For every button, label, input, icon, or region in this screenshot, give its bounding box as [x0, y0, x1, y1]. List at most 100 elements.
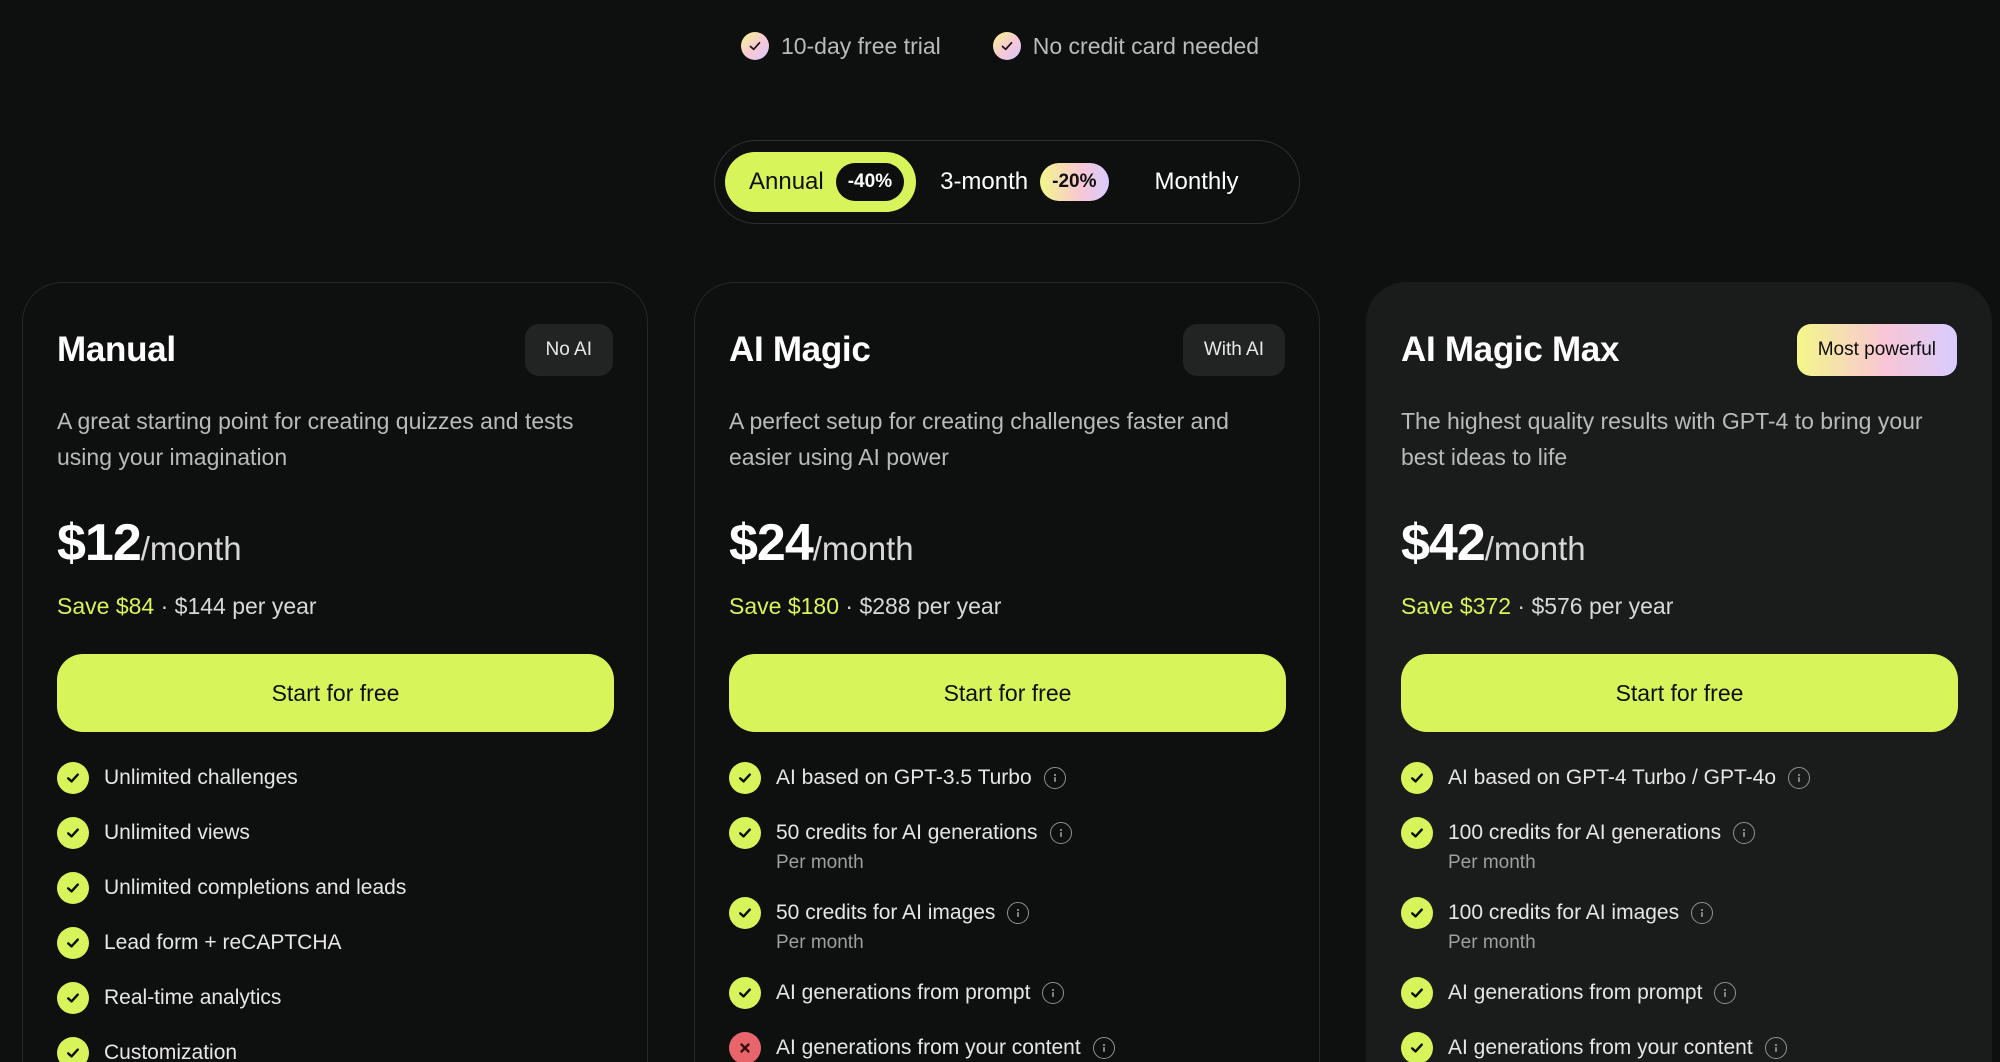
start-for-free-button[interactable]: Start for free	[729, 654, 1286, 732]
feature-item: AI generations from your content	[1401, 1032, 1957, 1062]
feature-label: Real-time analytics	[104, 986, 282, 1009]
plan-description: The highest quality results with GPT-4 t…	[1401, 408, 1923, 470]
info-icon[interactable]	[1733, 822, 1756, 844]
check-icon	[57, 982, 89, 1014]
feature-line: Customization	[104, 1039, 237, 1062]
info-icon[interactable]	[1043, 767, 1066, 789]
feature-item: Customization	[57, 1037, 613, 1062]
plan-name: AI Magic Max	[1401, 330, 1620, 369]
feature-text: Real-time analytics	[104, 982, 281, 1012]
feature-line: Unlimited completions and leads	[104, 874, 406, 902]
feature-item: 100 credits for AI generations Per month	[1401, 817, 1957, 874]
feature-line: AI generations from prompt	[776, 979, 1065, 1007]
feature-label: AI generations from your content	[776, 1036, 1081, 1059]
check-icon	[740, 32, 769, 60]
savings-separator: ·	[1517, 593, 1526, 619]
feature-label: AI based on GPT-4 Turbo / GPT-4o	[1448, 766, 1777, 789]
discount-badge: -40%	[835, 163, 905, 201]
billing-option-label: Annual	[749, 168, 824, 195]
feature-text: Lead form + reCAPTCHA	[104, 927, 342, 957]
feature-text: Unlimited challenges	[104, 762, 298, 792]
plan-card-ai-magic-max: AI Magic Max Most powerful The highest qua…	[1366, 282, 1992, 1062]
feature-label: 100 credits for AI images	[1448, 901, 1680, 924]
plan-tag: With AI	[1182, 324, 1285, 376]
feature-item: AI based on GPT-4 Turbo / GPT-4o	[1401, 762, 1957, 794]
feature-label: AI generations from your content	[1448, 1036, 1753, 1059]
billing-period-switcher: Annual -40% 3-month -20% Monthly	[714, 140, 1300, 224]
plan-name: Manual	[57, 330, 176, 369]
feature-sublabel: Per month	[1448, 932, 1536, 953]
price-amount: $42	[1401, 514, 1486, 572]
feature-line: Unlimited views	[104, 819, 250, 847]
perk-no-credit-card: No credit card needed	[992, 32, 1259, 60]
check-icon	[57, 872, 89, 904]
feature-text: AI generations from your content	[776, 1032, 1115, 1062]
check-icon	[729, 977, 761, 1009]
plan-price: $12/month	[57, 513, 613, 573]
feature-label: Unlimited views	[104, 821, 250, 844]
feature-text: 100 credits for AI generations Per month	[1448, 817, 1756, 874]
check-icon	[57, 1037, 89, 1062]
feature-item: 50 credits for AI generations Per month	[729, 817, 1285, 874]
savings-separator: ·	[160, 593, 169, 619]
feature-line: AI generations from your content	[1448, 1034, 1787, 1062]
feature-label: 50 credits for AI generations	[776, 821, 1038, 844]
feature-text: 50 credits for AI images Per month	[776, 897, 1030, 954]
yearly-price: $144 per year	[174, 593, 317, 619]
feature-list: AI based on GPT-4 Turbo / GPT-4o 100 cred…	[1401, 762, 1957, 1062]
info-icon[interactable]	[1042, 982, 1065, 1004]
card-header: AI Magic With AI	[729, 323, 1285, 377]
feature-text: AI generations from prompt	[1448, 977, 1737, 1007]
plan-card-manual: Manual No AI A great starting point for cr…	[22, 282, 648, 1062]
feature-text: Unlimited completions and leads	[104, 872, 406, 902]
billing-option-label: Monthly	[1154, 168, 1239, 195]
info-icon[interactable]	[1691, 902, 1714, 924]
plan-price: $42/month	[1401, 513, 1957, 573]
feature-line: AI generations from prompt	[1448, 979, 1737, 1007]
check-icon	[57, 927, 89, 959]
savings-amount: Save $180	[729, 593, 839, 619]
info-icon[interactable]	[1007, 902, 1030, 924]
price-period: /month	[140, 530, 242, 567]
feature-item: AI generations from your content	[729, 1032, 1285, 1062]
perks-row: 10-day free trial No credit card needed	[0, 32, 2000, 60]
feature-text: 50 credits for AI generations Per month	[776, 817, 1072, 874]
billing-option-3-month[interactable]: 3-month -20%	[940, 152, 1109, 212]
feature-item: Unlimited challenges	[57, 762, 613, 794]
plan-description: A great starting point for creating quiz…	[57, 408, 574, 470]
yearly-price: $288 per year	[859, 593, 1002, 619]
feature-text: 100 credits for AI images Per month	[1448, 897, 1714, 954]
plan-savings: Save $372 · $576 per year	[1401, 593, 1957, 620]
info-icon[interactable]	[1764, 1037, 1787, 1059]
feature-item: Unlimited completions and leads	[57, 872, 613, 904]
feature-list: AI based on GPT-3.5 Turbo 50 credits for …	[729, 762, 1285, 1062]
discount-badge: -20%	[1040, 163, 1109, 201]
feature-text: AI based on GPT-4 Turbo / GPT-4o	[1448, 762, 1811, 792]
feature-label: Customization	[104, 1041, 238, 1062]
info-icon[interactable]	[1049, 822, 1072, 844]
feature-item: Unlimited views	[57, 817, 613, 849]
yearly-price: $576 per year	[1531, 593, 1674, 619]
feature-label: AI based on GPT-3.5 Turbo	[776, 766, 1032, 789]
plan-name: AI Magic	[729, 330, 871, 369]
price-amount: $12	[57, 514, 142, 572]
feature-text: AI based on GPT-3.5 Turbo	[776, 762, 1066, 792]
feature-line: AI generations from your content	[776, 1034, 1115, 1062]
feature-label: Unlimited challenges	[104, 766, 298, 789]
perk-free-trial: 10-day free trial	[740, 32, 941, 60]
feature-sublabel: Per month	[776, 852, 864, 873]
start-for-free-button[interactable]: Start for free	[57, 654, 614, 732]
info-icon[interactable]	[1714, 982, 1737, 1004]
perk-label: 10-day free trial	[780, 32, 941, 59]
check-icon	[729, 762, 761, 794]
info-icon[interactable]	[1092, 1037, 1115, 1059]
feature-label: 100 credits for AI generations	[1448, 821, 1722, 844]
card-header: AI Magic Max Most powerful	[1401, 323, 1957, 377]
feature-text: Unlimited views	[104, 817, 250, 847]
feature-label: AI generations from prompt	[1448, 981, 1703, 1004]
billing-option-annual[interactable]: Annual -40%	[725, 152, 917, 212]
billing-option-monthly[interactable]: Monthly	[1155, 152, 1239, 212]
info-icon[interactable]	[1788, 767, 1811, 789]
savings-amount: Save $84	[57, 593, 155, 619]
start-for-free-button[interactable]: Start for free	[1401, 654, 1958, 732]
